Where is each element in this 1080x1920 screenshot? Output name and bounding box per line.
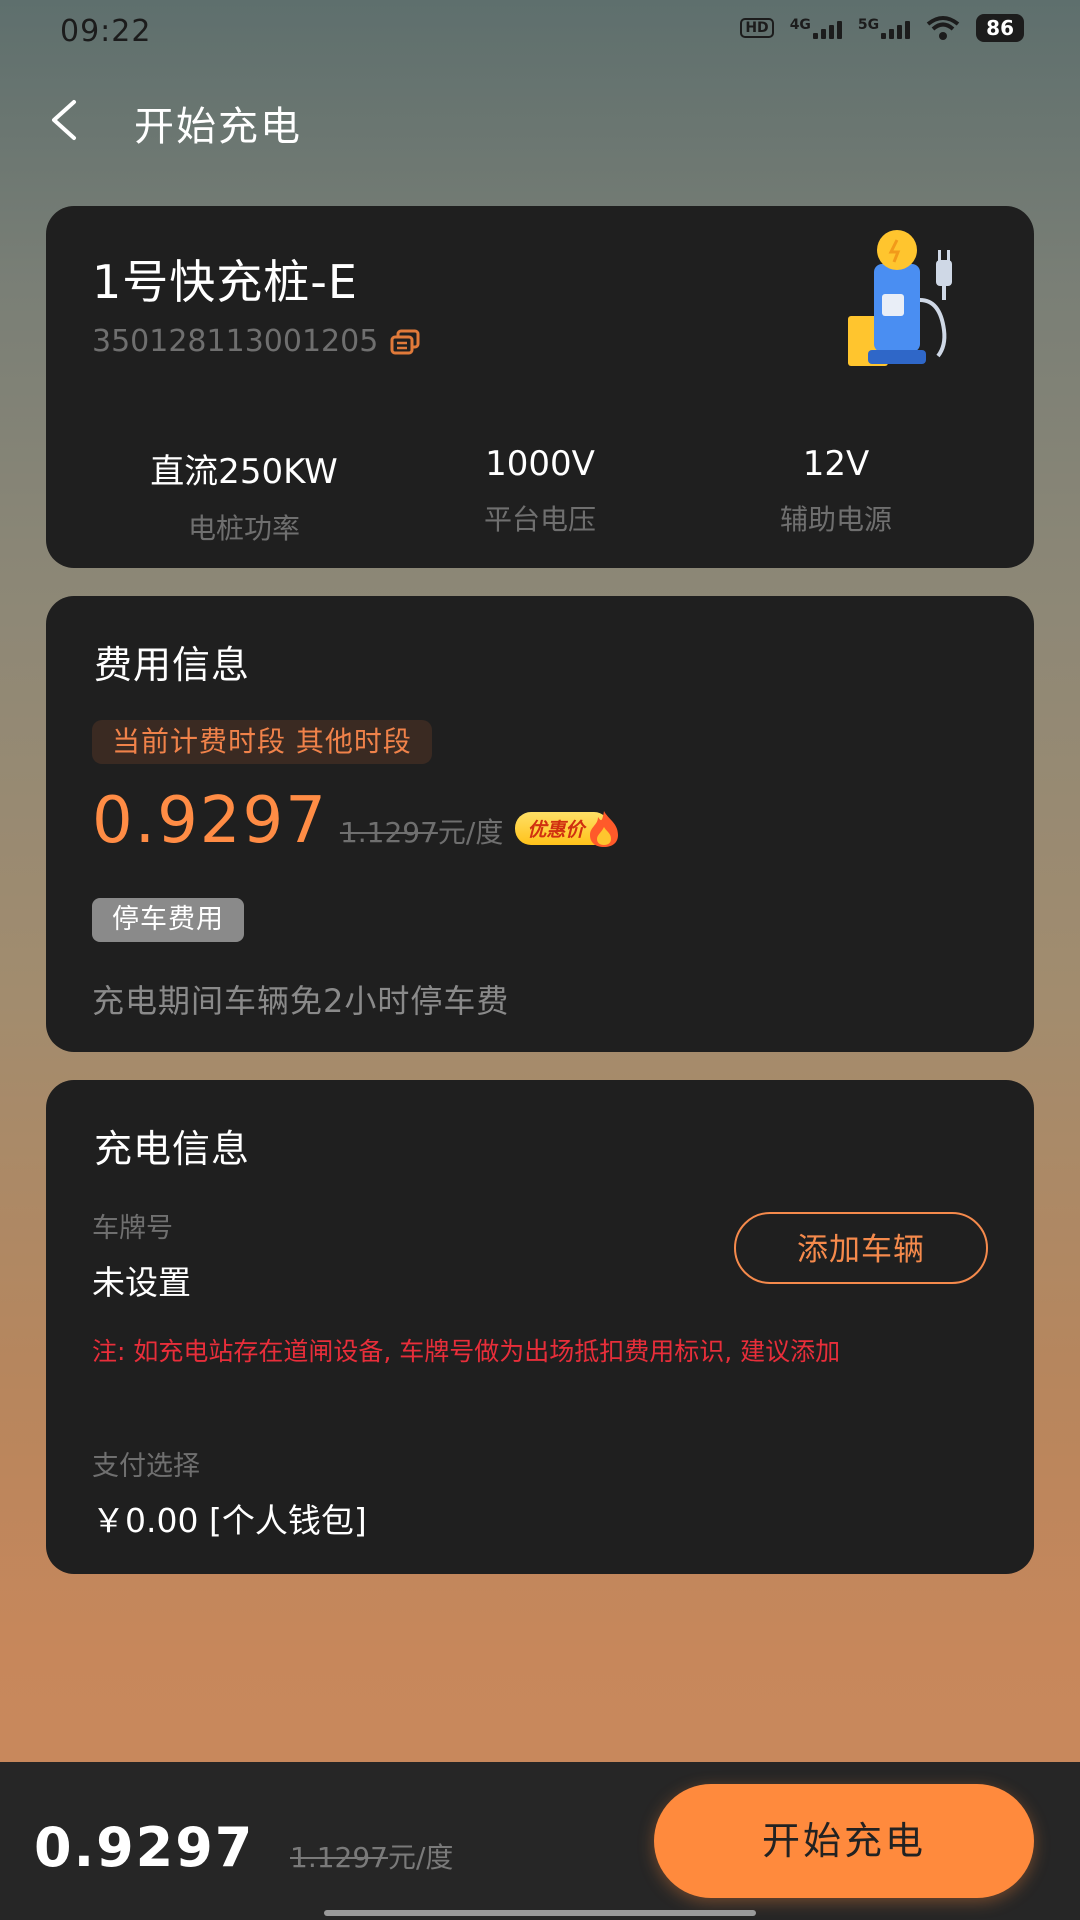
plate-value: 未设置: [92, 1263, 191, 1302]
payment-label: 支付选择: [92, 1451, 200, 1482]
wifi-icon: [926, 16, 960, 40]
current-price: 0.9297: [92, 784, 328, 858]
station-id-text: 350128113001205: [92, 324, 379, 359]
parking-fee-text: 充电期间车辆免2小时停车费: [92, 982, 510, 1020]
spec-label: 平台电压: [483, 503, 596, 536]
spec-value: 直流250KW: [150, 452, 338, 492]
spec-label: 辅助电源: [779, 503, 892, 536]
promo-badge: 优惠价: [515, 809, 622, 849]
signal-4g: 4G: [790, 17, 842, 39]
spec-voltage: 1000V 平台电压: [390, 444, 690, 538]
fee-title: 费用信息: [94, 643, 251, 687]
bottom-current-price: 0.9297: [34, 1816, 255, 1879]
signal-5g: 5G: [858, 17, 911, 39]
spec-value: 12V: [802, 444, 870, 484]
home-indicator[interactable]: [324, 1910, 756, 1916]
plate-note: 注: 如充电站存在道闸设备, 车牌号做为出场抵扣费用标识, 建议添加: [92, 1337, 841, 1366]
add-vehicle-button[interactable]: 添加车辆: [734, 1212, 988, 1284]
battery-indicator: 86: [976, 14, 1024, 42]
charger-illustration-icon: [848, 230, 952, 366]
page-title: 开始充电: [134, 104, 302, 150]
fee-card: 费用信息 当前计费时段 其他时段 0.9297 1.1297元/度 优惠价 停车…: [46, 596, 1034, 1052]
spec-aux-power: 12V 辅助电源: [686, 444, 986, 538]
parking-fee-tag: 停车费用: [92, 898, 244, 942]
copy-icon[interactable]: [390, 329, 420, 355]
status-time: 09:22: [60, 14, 152, 49]
flame-icon: [590, 810, 619, 847]
bottom-original-price: 1.1297元/度: [290, 1841, 454, 1874]
signal-bars-icon: [812, 17, 842, 39]
charge-info-title: 充电信息: [94, 1127, 251, 1171]
original-price: 1.1297元/度: [339, 816, 504, 849]
price-row: 0.9297 1.1297元/度 优惠价: [92, 784, 622, 858]
station-card: 1号快充桩-E 350128113001205 直流250KW 电桩功率 100…: [46, 206, 1034, 568]
charge-info-card: 充电信息 车牌号 未设置 添加车辆 注: 如充电站存在道闸设备, 车牌号做为出场…: [46, 1080, 1034, 1574]
billing-period-tag: 当前计费时段 其他时段: [92, 720, 432, 764]
station-id: 350128113001205: [92, 324, 420, 359]
spec-power: 直流250KW 电桩功率: [94, 444, 394, 547]
hd-icon: HD: [740, 18, 774, 38]
status-icons: HD 4G 5G 86: [740, 14, 1024, 42]
payment-value[interactable]: ￥0.00 [个人钱包]: [92, 1494, 367, 1542]
bottom-bar: 0.9297 1.1297元/度 开始充电: [0, 1762, 1080, 1920]
signal-bars-icon: [881, 17, 911, 39]
back-button[interactable]: [46, 96, 82, 144]
spec-value: 1000V: [485, 444, 595, 484]
station-name: 1号快充桩-E: [92, 255, 358, 309]
start-charging-button[interactable]: 开始充电: [654, 1784, 1034, 1898]
plate-label: 车牌号: [92, 1213, 173, 1244]
spec-label: 电桩功率: [187, 512, 300, 545]
